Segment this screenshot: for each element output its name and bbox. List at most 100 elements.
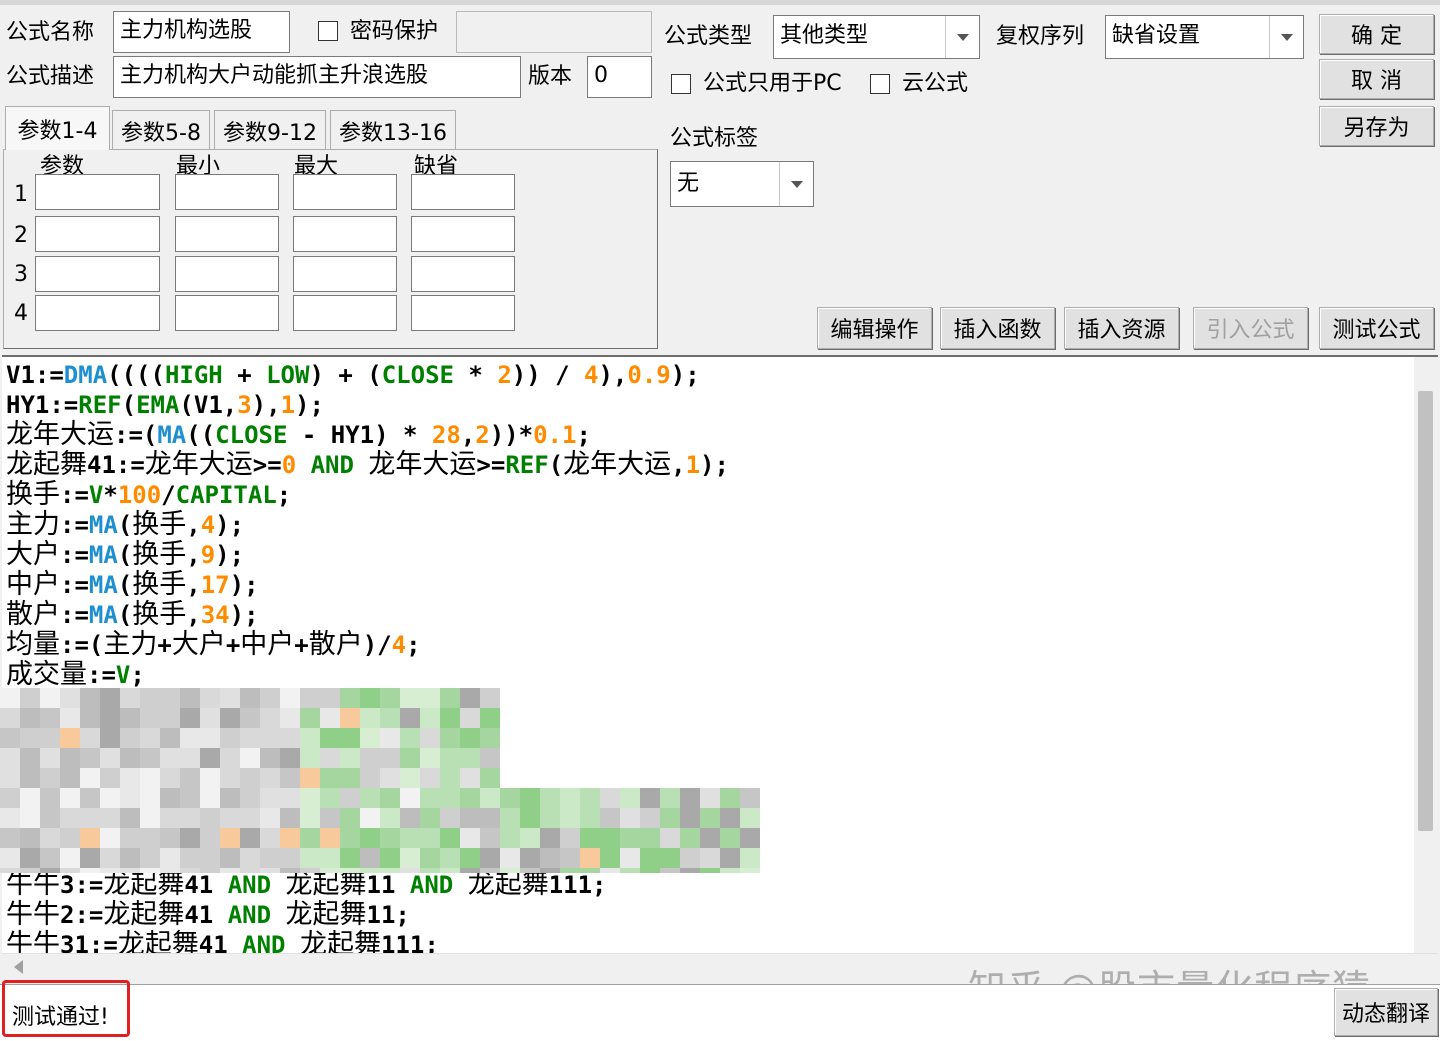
chevron-down-icon[interactable] <box>1269 16 1303 58</box>
version-input[interactable]: 0 <box>587 56 652 98</box>
code-token: ; <box>276 481 292 509</box>
param-row-number: 4 <box>14 301 28 326</box>
scroll-left-arrow-icon[interactable] <box>14 960 23 974</box>
tab-params-13-16[interactable]: 参数13-16 <box>330 110 456 150</box>
code-token: (( <box>186 421 216 449</box>
formula-tag-label: 公式标签 <box>670 126 759 151</box>
password-input[interactable] <box>456 11 652 53</box>
tab-params-5-8[interactable]: 参数5-8 <box>112 110 210 150</box>
code-token: 成交量 <box>6 659 87 690</box>
code-token: 龙起舞 <box>285 899 367 930</box>
code-line: 成交量:=V; <box>6 660 729 690</box>
code-token: ); <box>670 361 700 389</box>
code-token: 龙起舞 <box>103 869 185 900</box>
status-bar: 测试通过! <box>0 984 1440 1041</box>
code-token: 0.9 <box>627 361 671 389</box>
code-token: >= <box>252 451 282 479</box>
param-default-input[interactable] <box>411 216 515 252</box>
insert-function-button[interactable]: 插入函数 <box>940 307 1055 349</box>
code-token: CAPITAL <box>175 481 277 509</box>
code-token: 龙起舞 <box>103 899 185 930</box>
version-label: 版本 <box>528 64 573 89</box>
chevron-down-icon[interactable] <box>945 16 979 58</box>
param-default-input[interactable] <box>411 256 515 292</box>
param-max-input[interactable] <box>293 174 397 210</box>
edit-operations-button[interactable]: 编辑操作 <box>817 307 932 349</box>
code-token: 4 <box>391 631 407 659</box>
code-token: DMA <box>63 361 108 389</box>
insert-resource-button[interactable]: 插入资源 <box>1064 307 1179 349</box>
code-line: 牛牛31:=龙起舞41 AND 龙起舞111; <box>6 930 729 956</box>
dynamic-translate-button[interactable]: 动态翻译 <box>1334 988 1438 1036</box>
formula-name-input[interactable]: 主力机构选股 <box>113 11 290 53</box>
code-token: 3 <box>237 391 252 419</box>
code-token: + <box>225 631 241 659</box>
param-name-input[interactable] <box>35 256 160 292</box>
cancel-button[interactable]: 取 消 <box>1319 59 1434 99</box>
code-token: 散户 <box>6 599 60 630</box>
chevron-down-icon[interactable] <box>779 162 813 206</box>
tab-params-9-12[interactable]: 参数9-12 <box>214 110 326 150</box>
formula-type-select[interactable]: 其他类型 <box>773 15 980 59</box>
code-token: V1:= <box>6 361 64 389</box>
code-token: 41 <box>184 901 228 929</box>
param-row-number: 1 <box>14 182 28 207</box>
rights-sequence-label: 复权序列 <box>996 24 1085 49</box>
param-min-input[interactable] <box>175 256 279 292</box>
pc-only-label: 公式只用于PC <box>703 71 842 96</box>
import-formula-button[interactable]: 引入公式 <box>1193 307 1308 349</box>
code-line: 龙年大运:=(MA((CLOSE - HY1) * 28,2))*0.1; <box>6 420 729 450</box>
param-min-input[interactable] <box>175 174 279 210</box>
save-as-button[interactable]: 另存为 <box>1319 106 1434 146</box>
code-token: := <box>87 661 116 689</box>
code-token: := <box>60 571 89 599</box>
rights-sequence-select[interactable]: 缺省设置 <box>1105 15 1304 59</box>
param-name-input[interactable] <box>35 295 160 331</box>
param-name-input[interactable] <box>35 174 160 210</box>
code-line: V1:=DMA((((HIGH + LOW) + (CLOSE * 2)) / … <box>6 360 729 390</box>
pc-only-checkbox[interactable] <box>671 74 691 94</box>
formula-name-label: 公式名称 <box>6 20 95 45</box>
param-min-input[interactable] <box>175 295 279 331</box>
vertical-scrollbar-thumb[interactable] <box>1418 391 1433 831</box>
param-default-input[interactable] <box>411 174 515 210</box>
code-token: 34 <box>200 601 230 629</box>
formula-tag-select[interactable]: 无 <box>670 161 814 207</box>
param-default-input[interactable] <box>411 295 515 331</box>
code-token: )) / <box>511 361 585 389</box>
formula-desc-input[interactable]: 主力机构大户动能抓主升浪选股 <box>113 56 521 98</box>
tab-params-1-4[interactable]: 参数1-4 <box>5 106 110 150</box>
param-name-input[interactable] <box>35 216 160 252</box>
param-max-input[interactable] <box>293 256 397 292</box>
formula-tag-value: 无 <box>677 171 700 196</box>
code-token: ), <box>598 361 628 389</box>
code-token: REF <box>78 391 122 419</box>
param-max-input[interactable] <box>293 295 397 331</box>
code-token: ; <box>130 661 145 689</box>
ok-button[interactable]: 确 定 <box>1319 14 1434 54</box>
param-min-input[interactable] <box>175 216 279 252</box>
code-token: ( <box>121 391 137 419</box>
cloud-formula-checkbox[interactable] <box>870 74 890 94</box>
code-token: 41 <box>184 871 228 899</box>
code-token: ( <box>548 451 564 479</box>
code-token: , <box>186 541 201 569</box>
code-token: 1 <box>280 391 296 419</box>
code-token: + <box>157 631 172 659</box>
param-max-input[interactable] <box>293 216 397 252</box>
code-token: 11; <box>366 901 410 929</box>
code-line: 牛牛2:=龙起舞41 AND 龙起舞11; <box>6 900 729 930</box>
formula-type-value: 其他类型 <box>780 23 869 48</box>
code-token: ; <box>406 631 421 659</box>
code-line: 散户:=MA(换手,34); <box>6 600 729 630</box>
password-protect-checkbox[interactable] <box>318 21 338 41</box>
test-formula-button[interactable]: 测试公式 <box>1319 307 1434 349</box>
code-token: ( <box>117 541 133 569</box>
code-line: 中户:=MA(换手,17); <box>6 570 729 600</box>
code-token: 换手 <box>132 539 187 570</box>
code-token: 41 <box>198 931 243 955</box>
code-line: 大户:=MA(换手,9); <box>6 540 729 570</box>
